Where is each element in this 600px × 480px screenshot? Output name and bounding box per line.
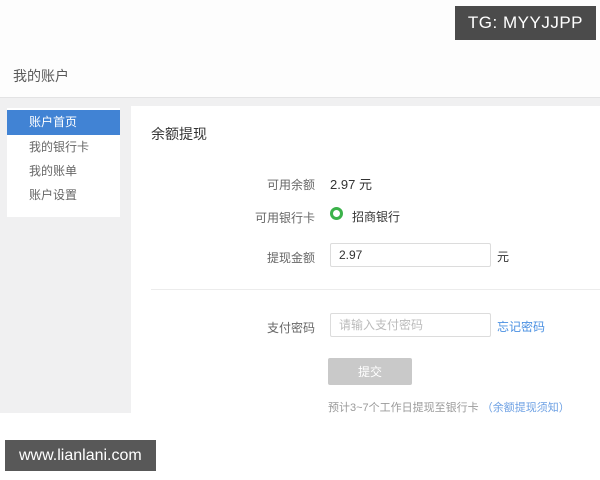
available-balance-label: 可用余额 [266,178,315,192]
content-background: 账户首页 我的银行卡 我的账单 账户设置 余额提现 可用余额 2.97 元 可用… [0,97,600,414]
forgot-password-link[interactable]: 忘记密码 [497,318,545,335]
bank-card-radio-selected-icon[interactable] [330,207,343,220]
withdrawal-panel: 余额提现 可用余额 2.97 元 可用银行卡 招商银行 提现金额 元 支付密码 … [131,106,600,414]
page-title: 我的账户 [13,68,69,84]
form-divider [151,289,600,290]
tg-contact-badge: TG: MYYJJPP [454,6,596,40]
sidebar-item-my-bills[interactable]: 我的账单 [7,159,120,183]
panel-title: 余额提现 [151,126,207,142]
withdraw-amount-label: 提现金额 [266,251,315,265]
sidebar-menu: 账户首页 我的银行卡 我的账单 账户设置 [7,108,120,217]
available-balance-value: 2.97 元 [330,174,372,193]
site-watermark: www.lianlani.com [5,440,156,471]
submit-button[interactable]: 提交 [328,358,412,385]
bank-name[interactable]: 招商银行 [352,208,400,225]
note-text: 预计3~7个工作日提现至银行卡 [328,402,482,414]
withdraw-amount-input[interactable] [330,243,491,267]
sidebar-item-account-settings[interactable]: 账户设置 [7,183,120,207]
sidebar-item-account-home[interactable]: 账户首页 [7,110,120,135]
balance-unit: 元 [358,177,372,192]
balance-amount: 2.97 [330,177,356,192]
withdrawal-note: 预计3~7个工作日提现至银行卡 （余额提现须知） [328,399,570,415]
payment-password-label: 支付密码 [266,321,315,335]
amount-unit: 元 [497,250,510,264]
payment-password-input[interactable] [330,313,491,337]
withdrawal-notice-link[interactable]: （余额提现须知） [482,402,570,414]
sidebar-item-my-bank-cards[interactable]: 我的银行卡 [7,135,120,159]
available-bank-card-label: 可用银行卡 [254,211,315,225]
